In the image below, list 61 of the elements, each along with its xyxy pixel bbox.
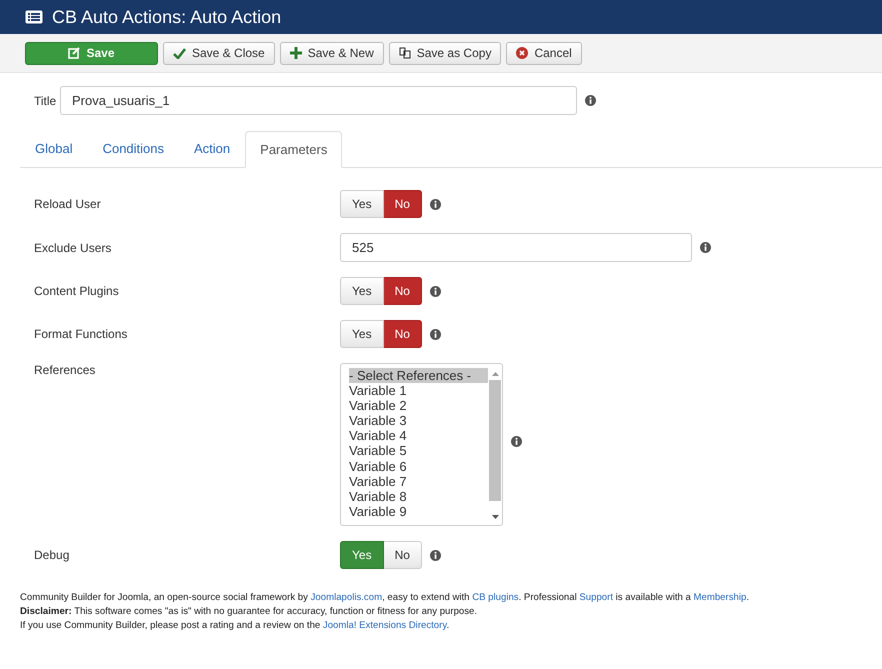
field-label: Format Functions	[34, 327, 128, 341]
plus-icon	[290, 47, 302, 59]
toggle-option[interactable]: No	[384, 541, 422, 569]
toolbar-button[interactable]: Cancel	[506, 42, 582, 64]
footer-link[interactable]: Joomlapolis.com	[310, 592, 382, 603]
check-icon	[173, 48, 186, 58]
copy-icon	[398, 47, 411, 59]
toggle-option[interactable]: Yes	[340, 277, 384, 305]
title-field[interactable]: Prova_usuaris_1	[60, 86, 577, 115]
toggle-option[interactable]: No	[384, 320, 422, 348]
scroll-up-icon[interactable]	[492, 372, 498, 376]
tab[interactable]: Global	[20, 131, 88, 167]
list-option[interactable]: Variable 1	[349, 383, 488, 398]
list-option[interactable]: Variable 2	[349, 398, 488, 414]
toggle-option[interactable]: Yes	[340, 320, 384, 348]
toggle-option[interactable]: No	[384, 277, 422, 305]
list-option[interactable]: Variable 3	[349, 413, 488, 428]
info-icon	[511, 436, 522, 447]
footer-text: Disclaimer: This software comes "as is" with no guarantee for accuracy, function or fitness for any purpose.	[20, 605, 478, 619]
list-option[interactable]: Variable 9	[349, 504, 488, 519]
list-option[interactable]: Variable 7	[349, 474, 488, 489]
toolbar-button[interactable]: Save & Close	[163, 42, 275, 64]
list-option[interactable]: - Select References -	[349, 368, 488, 384]
footer-link[interactable]: Joomla! Extensions Directory	[322, 620, 446, 631]
tab[interactable]: Parameters	[245, 131, 342, 168]
info-icon	[585, 95, 596, 106]
references-listbox[interactable]: - Select References - Variable 1 Variable 2 Variable 3 Variable 4 Variable 5 Variable 6 Variable 7 Variable 8 Variable 9	[340, 363, 503, 526]
field-label: Title	[34, 94, 58, 108]
tab[interactable]: Conditions	[88, 131, 180, 167]
list-option[interactable]: Variable 6	[349, 458, 488, 474]
list-option[interactable]: Variable 8	[349, 488, 488, 504]
info-icon	[700, 242, 711, 253]
footer-link[interactable]: Support	[579, 592, 613, 603]
footer-text: Community Builder for Joomla, an open-source social framework by Joomlapolis.com, easy to extend with CB plugins. Professional Support is available with a Membership.	[20, 591, 750, 605]
field-label: Content Plugins	[34, 284, 120, 298]
footer-link[interactable]: CB plugins	[472, 592, 519, 603]
save-button[interactable]: Save	[25, 42, 158, 64]
window-title: CB Auto Actions: Auto Action	[52, 6, 282, 28]
list-icon	[25, 10, 43, 24]
list-option[interactable]: Variable 5	[349, 443, 488, 459]
scroll-down-icon[interactable]	[492, 515, 498, 519]
field-label: Reload User	[34, 197, 102, 211]
edit-icon	[68, 47, 80, 59]
exclude-users-field[interactable]: 525	[340, 233, 692, 262]
cancel-icon	[516, 47, 528, 59]
toggle-option[interactable]: Yes	[340, 541, 384, 569]
list-option[interactable]: Variable 4	[349, 428, 488, 444]
toolbar-button[interactable]: Save as Copy	[388, 42, 502, 64]
field-label: References	[34, 363, 96, 377]
toggle-option[interactable]: Yes	[340, 190, 384, 218]
toggle-option[interactable]: No	[384, 190, 422, 218]
field-label: Debug	[34, 548, 70, 562]
info-icon	[430, 328, 441, 340]
info-icon	[430, 198, 441, 210]
footer-text: If you use Community Builder, please post a rating and a review on the Joomla! Extensions Directory.	[20, 619, 450, 633]
footer-link[interactable]: Membership	[694, 592, 746, 603]
info-icon	[430, 550, 441, 560]
field-label: Exclude Users	[34, 240, 112, 254]
tab[interactable]: Action	[179, 131, 246, 167]
info-icon	[430, 286, 441, 296]
toolbar-button[interactable]: Save & New	[280, 42, 384, 64]
